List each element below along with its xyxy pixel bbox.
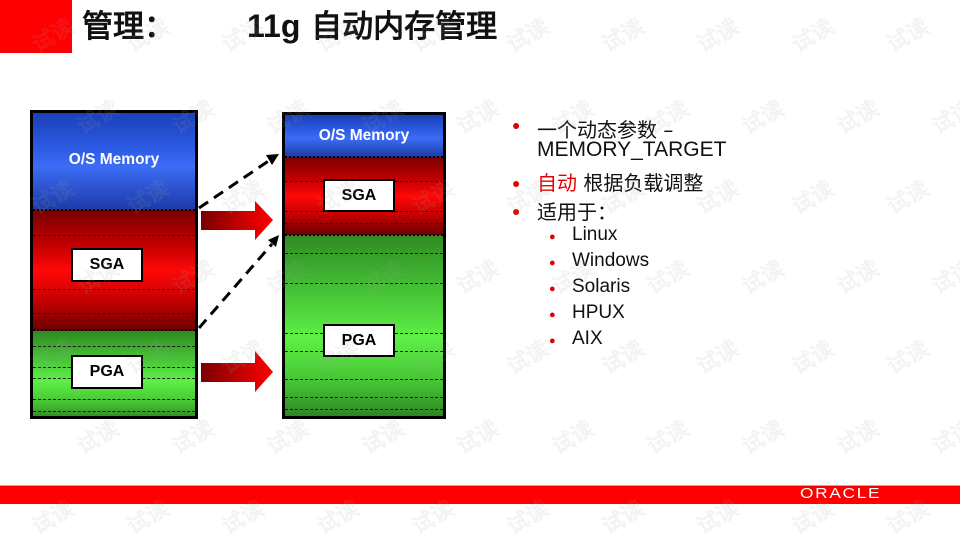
bullet-icon: ●	[549, 309, 556, 321]
watermark-text: 试读	[927, 96, 960, 140]
dashed-line	[285, 223, 443, 224]
oracle-logo: ORACLE	[800, 485, 882, 502]
platform-item: HPUX	[572, 302, 625, 323]
watermark-text: 试读	[597, 336, 649, 380]
dashed-line	[285, 409, 443, 410]
watermark-text: 试读	[452, 256, 504, 300]
dashed-line	[33, 399, 195, 400]
watermark-text: 试读	[737, 96, 789, 140]
title-main: 11g 自动内存管理	[247, 6, 497, 47]
watermark-text: 试读	[832, 416, 884, 460]
watermark-text: 试读	[737, 416, 789, 460]
watermark-text: 试读	[832, 256, 884, 300]
title-topic: 自动内存管理	[300, 9, 498, 45]
pga-label: PGA	[323, 324, 395, 357]
bullet-icon: ●	[549, 335, 556, 347]
platform-item: Windows	[572, 250, 650, 271]
watermark-text: 试读	[217, 176, 269, 220]
slide-title: 管理： 11g 自动内存管理	[82, 6, 497, 46]
watermark-text: 试读	[502, 336, 554, 380]
memory-column-before: O/S Memory SGA PGA	[30, 110, 198, 419]
watermark-text: 试读	[642, 416, 694, 460]
platform-item: Solaris	[572, 276, 631, 297]
watermark-text: 试读	[547, 416, 599, 460]
bullet-auto-adjust: 自动 根据负载调整	[537, 167, 703, 196]
watermark-text: 试读	[927, 256, 960, 300]
bullet-memory-target: MEMORY_TARGET	[537, 138, 727, 161]
red-arrow-pga	[201, 351, 273, 392]
memory-column-after: O/S Memory SGA PGA	[282, 112, 446, 419]
watermark-text: 试读	[452, 96, 504, 140]
dashed-line	[33, 289, 195, 290]
dashed-line	[285, 379, 443, 380]
segment-divider	[285, 156, 443, 158]
pga-label: PGA	[71, 355, 143, 389]
os-memory-segment: O/S Memory	[285, 115, 443, 157]
platform-item: Linux	[572, 224, 618, 245]
os-memory-label: O/S Memory	[318, 127, 410, 144]
watermark-text: 试读	[882, 14, 934, 58]
watermark-text: 试读	[787, 14, 839, 58]
watermark-text: 试读	[692, 14, 744, 58]
platform-item: AIX	[572, 328, 603, 349]
watermark-text: 试读	[787, 176, 839, 220]
title-accent-block	[0, 0, 72, 53]
watermark-text: 试读	[737, 256, 789, 300]
dashed-line	[33, 346, 195, 347]
watermark-text: 试读	[502, 14, 554, 58]
title-version: 11g	[247, 8, 301, 44]
bullet-icon: ●	[549, 283, 556, 295]
bullet-auto-rest: 根据负载调整	[577, 171, 704, 195]
watermark-text: 试读	[882, 176, 934, 220]
watermark-text: 试读	[882, 336, 934, 380]
watermark-text: 试读	[692, 336, 744, 380]
bullet-icon: ●	[512, 117, 521, 133]
dashed-line	[33, 313, 195, 314]
dashed-line	[33, 411, 195, 412]
watermark-text: 试读	[452, 416, 504, 460]
dashed-arrow-sga	[198, 154, 279, 210]
dashed-line	[285, 253, 443, 254]
dashed-line	[33, 235, 195, 236]
watermark-text: 试读	[832, 96, 884, 140]
sga-label: SGA	[323, 179, 395, 212]
segment-divider	[33, 209, 195, 211]
bullet-icon: ●	[512, 203, 521, 219]
highlight-auto: 自动	[537, 171, 577, 195]
segment-divider	[33, 329, 195, 331]
dashed-arrow-pga	[197, 235, 279, 329]
watermark-text: 试读	[217, 336, 269, 380]
dashed-line	[285, 397, 443, 398]
os-memory-label: O/S Memory	[68, 151, 160, 168]
title-prefix: 管理：	[82, 9, 175, 45]
bullet-icon: ●	[549, 231, 556, 243]
segment-divider	[285, 234, 443, 236]
watermark-text: 试读	[787, 336, 839, 380]
watermark-text: 试读	[927, 416, 960, 460]
bullet-icon: ●	[512, 175, 521, 191]
bullet-applies-to: 适用于：	[537, 200, 617, 224]
bullet-icon: ●	[549, 257, 556, 269]
sga-label: SGA	[71, 248, 143, 282]
watermark-text: 试读	[597, 14, 649, 58]
os-memory-segment: O/S Memory	[33, 113, 195, 210]
red-arrow-sga	[201, 201, 273, 240]
dashed-line	[285, 283, 443, 284]
